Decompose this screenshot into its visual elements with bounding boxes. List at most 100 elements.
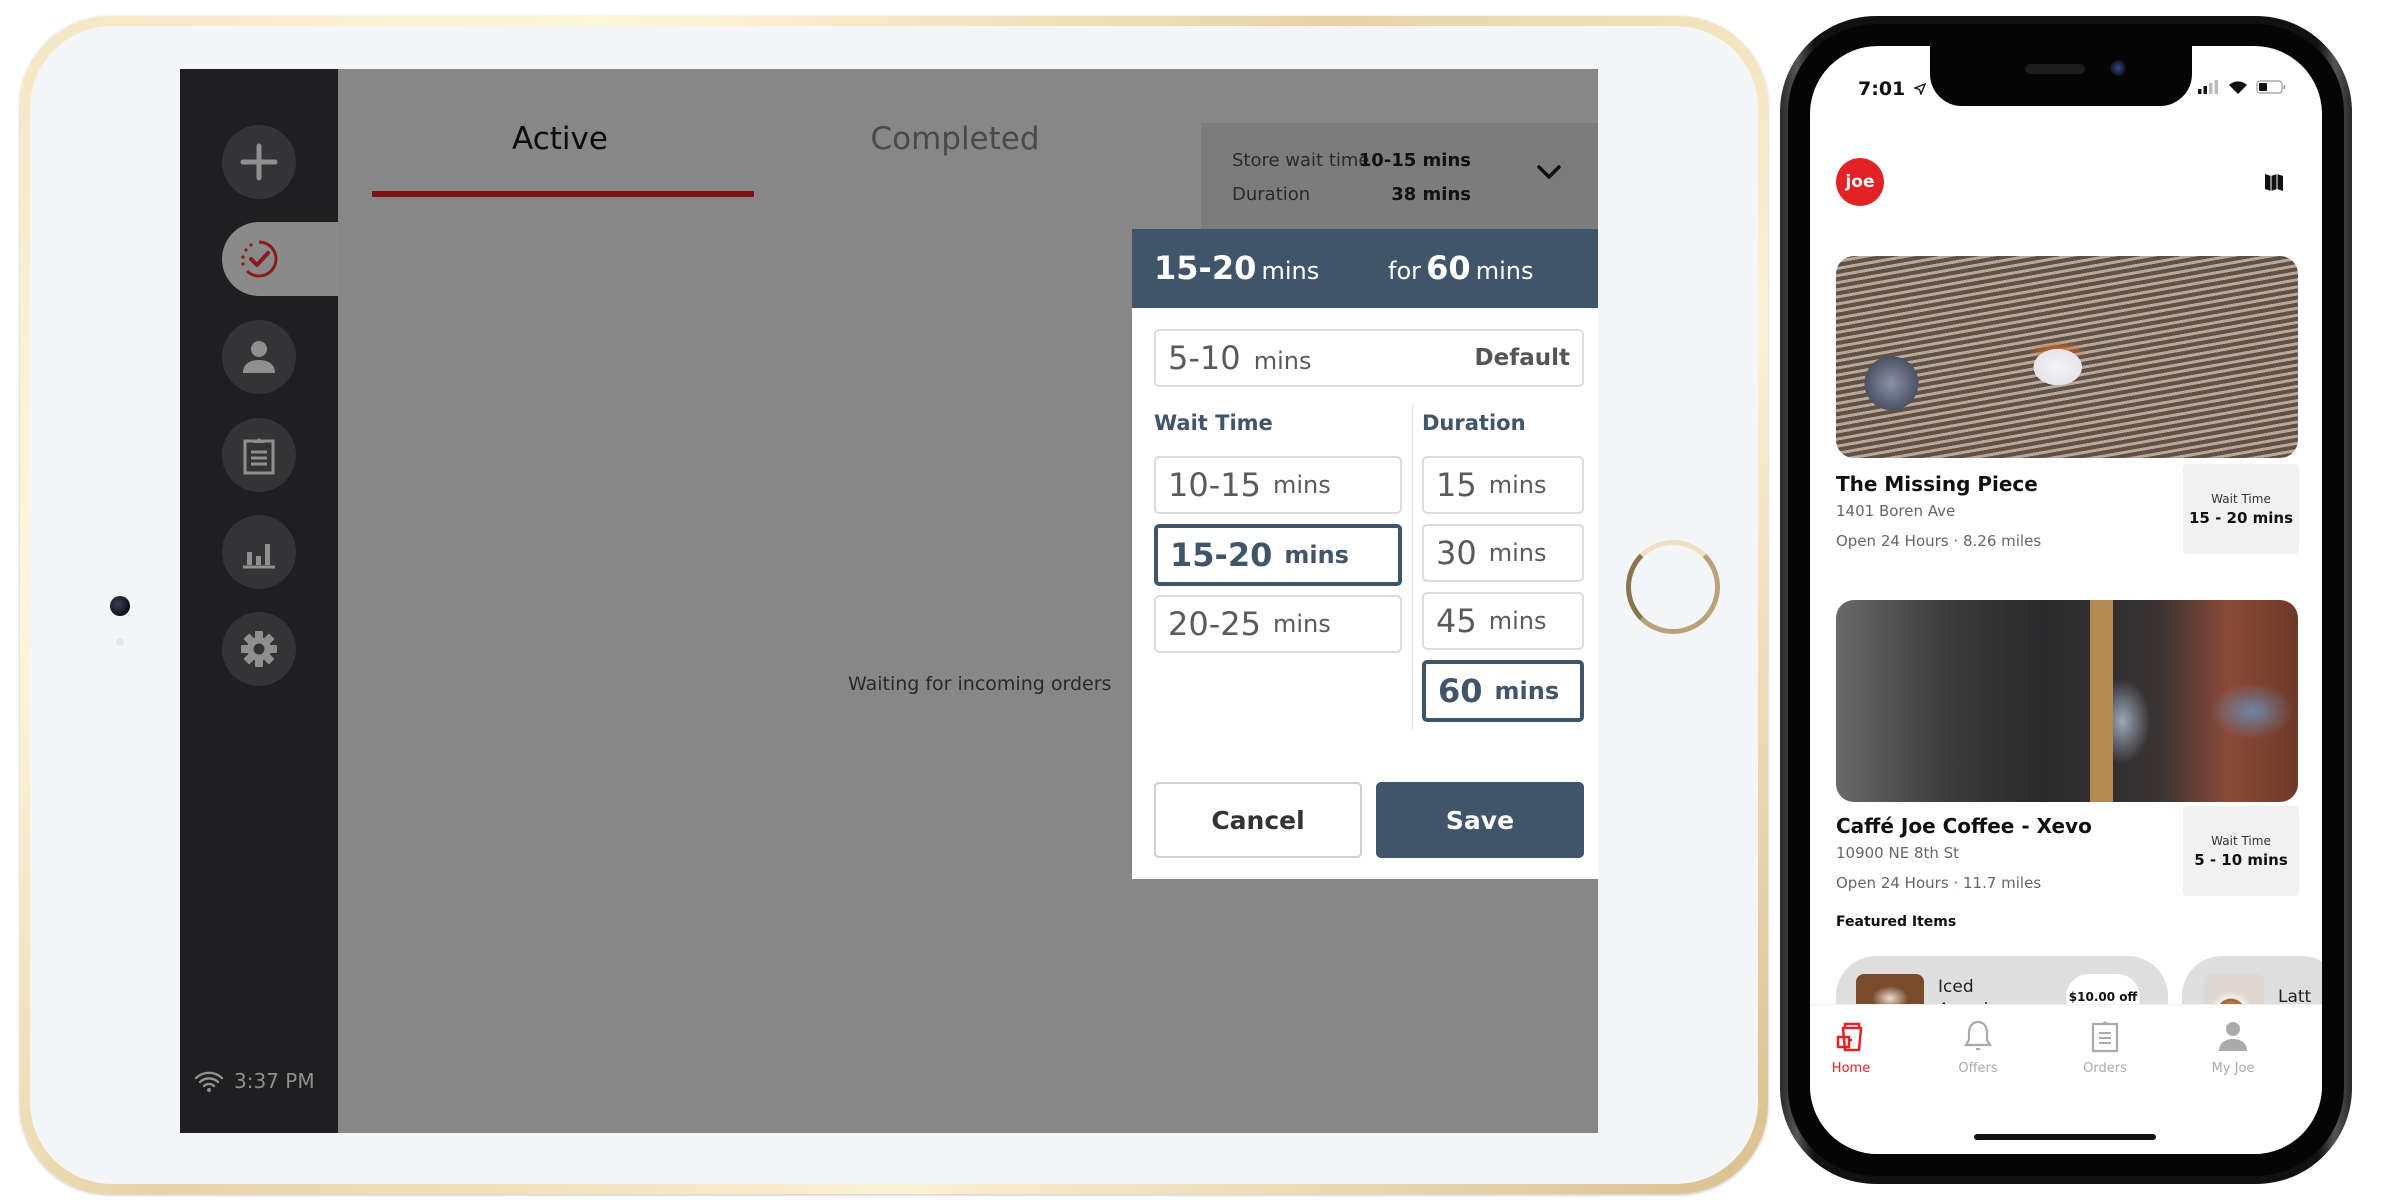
store-name[interactable]: Caffé Joe Coffee - Xevo — [1836, 814, 2092, 838]
tab-label: My Joe — [2211, 1061, 2255, 1076]
default-wait-unit: mins — [1253, 347, 1312, 375]
tab-completed[interactable]: Completed — [765, 121, 1145, 157]
wait-time-value: 5 - 10 mins — [2194, 850, 2288, 869]
modal-header: 15-20 mins for 60 mins — [1132, 229, 1598, 308]
sidebar-item-customers[interactable] — [222, 320, 296, 394]
tab-offers[interactable]: Offers — [1923, 1019, 2033, 1076]
store-hours-distance: Open 24 Hours · 11.7 miles — [1836, 874, 2041, 892]
battery-icon — [2256, 80, 2286, 94]
store-image-the-missing-piece[interactable] — [1836, 256, 2298, 458]
gear-icon — [241, 631, 277, 667]
option-unit: mins — [1272, 610, 1331, 638]
option-value: 10-15 — [1168, 466, 1261, 504]
wait-time-value: 15 - 20 mins — [2188, 508, 2294, 527]
for-label: for — [1388, 257, 1421, 285]
option-unit: mins — [1488, 471, 1547, 499]
store-hours-distance: Open 24 Hours · 8.26 miles — [1836, 532, 2041, 550]
phone-status-time: 7:01 — [1858, 78, 1927, 100]
map-icon[interactable] — [2262, 170, 2286, 194]
chevron-down-icon[interactable] — [1536, 163, 1562, 181]
option-value: 15-20 — [1170, 536, 1273, 574]
tab-label: Orders — [2083, 1061, 2127, 1076]
wifi-icon — [194, 1071, 224, 1092]
option-unit: mins — [1488, 539, 1547, 567]
store-name[interactable]: The Missing Piece — [1836, 472, 2038, 496]
home-button[interactable] — [1626, 540, 1720, 634]
option-value: 15 — [1436, 466, 1477, 504]
separator-dot: · — [1953, 532, 1959, 550]
wait-option-20-25[interactable]: 20-25 mins — [1154, 595, 1402, 653]
option-value: 30 — [1436, 534, 1477, 572]
selected-duration-value: 60 — [1426, 249, 1471, 287]
duration-value: 38 mins — [1391, 184, 1471, 205]
default-wait-value: 5-10 — [1168, 339, 1241, 377]
selected-duration: for 60 mins — [1388, 249, 1533, 287]
ipad-sensor — [116, 638, 124, 646]
featured-items-heading: Featured Items — [1836, 914, 1957, 930]
default-wait-option[interactable]: 5-10 mins Default — [1154, 329, 1584, 387]
user-icon — [2219, 1022, 2247, 1051]
wait-option-10-15[interactable]: 10-15 mins — [1154, 456, 1402, 514]
sidebar-item-reports[interactable] — [222, 515, 296, 589]
user-icon — [243, 341, 275, 373]
store-hours: Open 24 Hours — [1836, 532, 1949, 550]
selected-wait-unit: mins — [1261, 257, 1320, 285]
home-indicator[interactable] — [1974, 1134, 2156, 1140]
empty-state-message: Waiting for incoming orders — [848, 673, 1112, 695]
bell-icon — [1964, 1020, 1992, 1051]
wait-time-label: Wait Time — [2211, 833, 2271, 848]
duration-heading: Duration — [1422, 411, 1526, 435]
option-unit: mins — [1272, 471, 1331, 499]
store-wait-time-label: Store wait time — [1232, 150, 1370, 171]
joe-logo[interactable]: joe — [1836, 158, 1884, 206]
duration-option-15[interactable]: 15 mins — [1422, 456, 1584, 514]
store-wait-time-value: 10-15 mins — [1358, 150, 1471, 171]
tablet-status-bar: 3:37 PM — [194, 1069, 315, 1093]
option-value: 20-25 — [1168, 605, 1261, 643]
signal-icon — [2198, 80, 2218, 94]
iphone-bezel: 7:01 joe The Missing Piece 1401 Boren Av… — [1788, 24, 2344, 1176]
tab-home[interactable]: Home — [1810, 1019, 1906, 1076]
selected-duration-unit: mins — [1475, 257, 1534, 285]
save-button[interactable]: Save — [1376, 782, 1584, 858]
bar-chart-icon — [243, 544, 275, 569]
wait-time-summary[interactable]: Store wait time 10-15 mins Duration 38 m… — [1201, 123, 1598, 237]
sidebar-item-settings[interactable] — [222, 612, 296, 686]
status-time: 3:37 PM — [234, 1069, 315, 1093]
duration-option-30[interactable]: 30 mins — [1422, 524, 1584, 582]
coffee-cup-icon — [1836, 1022, 1863, 1052]
tab-orders[interactable]: Orders — [2050, 1019, 2160, 1076]
store-image-caffe-joe[interactable] — [1836, 600, 2298, 802]
phone-status-icons — [2198, 80, 2286, 94]
wait-time-heading: Wait Time — [1154, 411, 1273, 435]
option-value: 45 — [1436, 602, 1477, 640]
location-arrow-icon — [1912, 82, 1927, 97]
status-time-text: 7:01 — [1858, 78, 1906, 100]
default-tag: Default — [1474, 345, 1570, 371]
duration-option-45[interactable]: 45 mins — [1422, 592, 1584, 650]
clipboard-icon — [243, 438, 275, 475]
wait-option-15-20[interactable]: 15-20 mins — [1154, 524, 1402, 586]
tab-my-joe[interactable]: My Joe — [2178, 1019, 2288, 1076]
sidebar-item-orders-status[interactable] — [222, 222, 338, 296]
sidebar-item-menu[interactable] — [222, 418, 296, 492]
selected-wait-time: 15-20 mins — [1154, 249, 1319, 287]
cancel-button[interactable]: Cancel — [1154, 782, 1362, 858]
sidebar: 3:37 PM — [180, 69, 338, 1133]
store-distance: 11.7 miles — [1962, 874, 2042, 892]
wait-time-badge: Wait Time 5 - 10 mins — [2183, 806, 2299, 896]
tab-active[interactable]: Active — [370, 121, 750, 157]
column-divider — [1412, 405, 1413, 730]
wait-time-label: Wait Time — [2211, 491, 2271, 506]
plus-icon — [240, 143, 278, 181]
store-address: 1401 Boren Ave — [1836, 502, 1956, 520]
wait-time-modal: 15-20 mins for 60 mins 5-10 mins Default — [1132, 229, 1598, 879]
separator-dot: · — [1953, 874, 1959, 892]
store-distance: 8.26 miles — [1962, 532, 2042, 550]
tab-label: Offers — [1958, 1061, 1998, 1076]
store-hours: Open 24 Hours — [1836, 874, 1949, 892]
sidebar-item-add[interactable] — [222, 125, 296, 199]
option-unit: mins — [1488, 607, 1547, 635]
duration-option-60[interactable]: 60 mins — [1422, 660, 1584, 722]
check-circle-icon — [241, 240, 278, 278]
